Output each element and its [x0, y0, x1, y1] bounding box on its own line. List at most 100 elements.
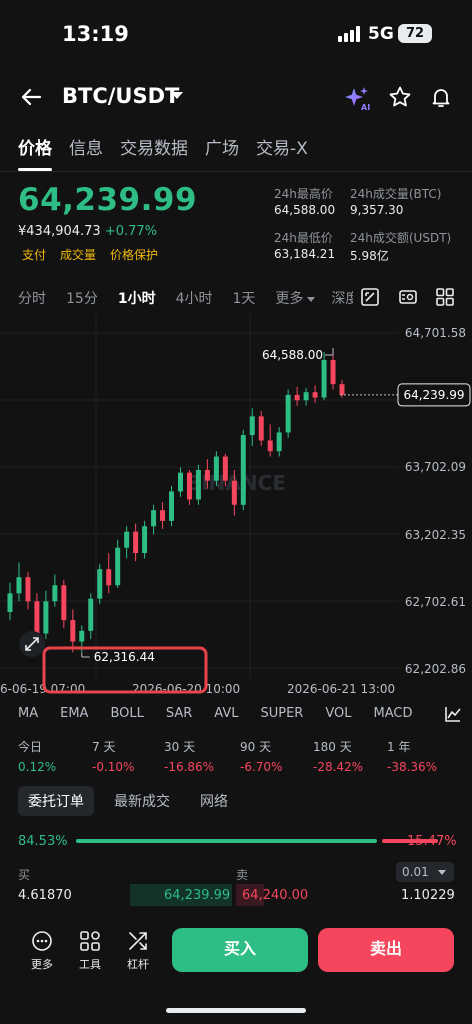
candle-body [88, 598, 94, 631]
candle-body [106, 569, 112, 586]
perf-value: 0.12% [18, 760, 57, 774]
buy-button[interactable]: 买入 [172, 928, 308, 972]
vol-usdt-value: 5.98亿 [350, 249, 389, 263]
indicator-ma[interactable]: MA [18, 706, 38, 721]
candle-body [25, 577, 31, 602]
candle-body [70, 620, 76, 642]
notification-bell-icon[interactable] [429, 85, 453, 109]
ask-price[interactable]: 64,240.00 [242, 888, 308, 903]
candle-body [16, 577, 22, 594]
interval-4h[interactable]: 4小时 [176, 288, 213, 308]
candle-body [231, 480, 237, 505]
interval-time[interactable]: 分时 [18, 288, 46, 308]
candle-body [43, 601, 49, 634]
perf-30d: 30 天 -16.86% [164, 738, 214, 774]
layout-grid-icon[interactable] [435, 287, 455, 307]
indicator-settings-icon[interactable] [443, 704, 463, 724]
candle-body [177, 472, 183, 492]
expand-chart-icon[interactable] [19, 631, 45, 657]
candle-body [285, 394, 291, 433]
y-tick-2: 63,202.35 [405, 528, 466, 542]
tab-order-book[interactable]: 委托订单 [18, 786, 94, 816]
indicator-avl[interactable]: AVL [214, 706, 238, 721]
perf-label: 1 年 [387, 740, 411, 754]
perf-today: 今日 0.12% [18, 738, 56, 774]
chart-settings-icon[interactable] [398, 287, 418, 307]
indicator-macd[interactable]: MACD [373, 706, 412, 721]
bid-qty: 4.61870 [18, 888, 72, 903]
bid-header: 买 [18, 868, 31, 882]
interval-15m[interactable]: 15分 [66, 288, 98, 308]
perf-7d: 7 天 -0.10% [92, 738, 134, 774]
candle-body [276, 432, 282, 452]
indicator-vol[interactable]: VOL [325, 706, 351, 721]
buy-ratio: 84.53% [18, 834, 68, 849]
interval-depth[interactable]: 深度 [331, 288, 353, 308]
bid-price[interactable]: 64,239.99 [164, 888, 230, 903]
interval-more-label: 更多 [275, 291, 304, 307]
more-caret-icon [307, 296, 316, 302]
indicator-boll[interactable]: BOLL [110, 706, 143, 721]
signal-icon [338, 26, 362, 42]
vol-usdt-label: 24h成交额(USDT) [350, 231, 452, 245]
candle-body [339, 384, 345, 395]
candle-body [142, 526, 148, 554]
favorite-star-icon[interactable] [388, 85, 412, 109]
tag-payment[interactable]: 支付 [22, 246, 46, 263]
interval-more[interactable]: 更多 [275, 288, 316, 308]
tag-price-protection[interactable]: 价格保护 [110, 246, 158, 263]
indicator-ema[interactable]: EMA [60, 706, 88, 721]
candle-body [204, 469, 210, 481]
chart-draw-icon[interactable] [360, 287, 380, 307]
precision-value: 0.01 [402, 865, 429, 879]
tag-volume[interactable]: 成交量 [60, 246, 96, 263]
back-arrow-icon[interactable] [18, 84, 44, 110]
leverage-button[interactable]: 杠杆 [120, 930, 156, 972]
perf-1y: 1 年 -38.36% [387, 738, 437, 774]
candle-body [160, 510, 166, 521]
leverage-arrows-icon [129, 932, 147, 950]
indicator-sar[interactable]: SAR [166, 706, 192, 721]
pair-caret-icon[interactable] [171, 92, 183, 99]
perf-label: 30 天 [164, 740, 196, 754]
tab-trading-data[interactable]: 交易数据 [120, 134, 188, 162]
candle-body [303, 392, 309, 401]
y-tick-4: 62,202.86 [405, 662, 466, 676]
tab-square[interactable]: 广场 [205, 134, 239, 162]
sell-button[interactable]: 卖出 [318, 928, 454, 972]
buy-ratio-bar [76, 839, 378, 843]
tools-label: 工具 [79, 958, 101, 971]
tab-recent-trades[interactable]: 最新成交 [104, 786, 180, 816]
leverage-label: 杠杆 [127, 958, 149, 971]
ask-qty: 1.10229 [401, 888, 455, 903]
precision-select[interactable]: 0.01 [396, 862, 454, 882]
candlestick-chart[interactable]: BINANCE 64,701.58 63,702.09 63,202.35 62… [0, 314, 472, 700]
candle-body [34, 601, 40, 634]
candle-series [7, 348, 345, 653]
indicator-super[interactable]: SUPER [260, 706, 303, 721]
ai-sparkle-icon[interactable]: AI [344, 85, 372, 111]
low-value: 63,184.21 [274, 247, 336, 261]
more-dots-icon [32, 931, 52, 951]
perf-value: -16.86% [164, 760, 215, 774]
interval-1h[interactable]: 1小时 [118, 288, 156, 308]
candle-body [7, 593, 13, 613]
fiat-row: ¥434,904.73 +0.77% [18, 224, 157, 239]
candle-body [222, 456, 228, 481]
pair-selector[interactable]: BTC/USDT [62, 84, 179, 108]
tab-price[interactable]: 价格 [18, 134, 52, 171]
perf-180d: 180 天 -28.42% [313, 738, 363, 774]
interval-1d[interactable]: 1天 [233, 288, 256, 308]
feature-tags: 支付 成交量 价格保护 [22, 246, 158, 263]
perf-label: 180 天 [313, 740, 352, 754]
tab-info[interactable]: 信息 [69, 134, 103, 162]
high-value: 64,588.00 [274, 203, 336, 217]
vol-btc-value: 9,357.30 [350, 203, 404, 217]
perf-value: -6.70% [240, 760, 283, 774]
tab-network[interactable]: 网络 [190, 786, 238, 816]
more-button[interactable]: 更多 [24, 930, 60, 972]
tools-button[interactable]: 工具 [72, 930, 108, 972]
x-tick-1: 2026-06-20 10:00 [132, 682, 240, 696]
candle-body [249, 416, 255, 436]
tab-trade-x[interactable]: 交易-X [256, 134, 308, 162]
